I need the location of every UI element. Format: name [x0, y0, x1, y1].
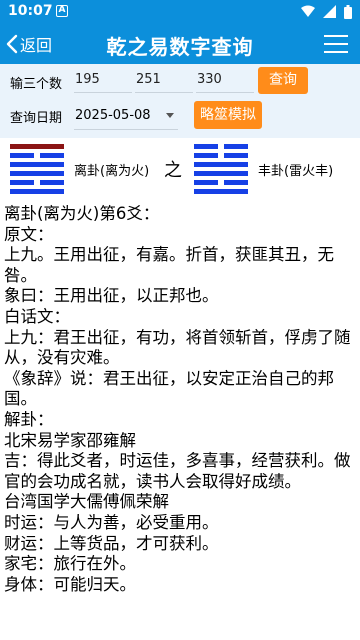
date-label: 查询日期 [10, 111, 63, 126]
yang-line [194, 171, 248, 176]
numbers-label: 输三个数 [10, 77, 63, 92]
yang-line [194, 189, 248, 194]
yin-line [10, 180, 64, 185]
page-title: 乾之易数字查询 [106, 35, 254, 59]
left-hexagram-name: 离卦(离为火) [74, 164, 150, 179]
interpretation-text: 离卦(离为火)第6爻： 原文： 上九。王用出征，有嘉。折首，获匪其丑，无咎。 象曰：王… [4, 204, 356, 595]
yin-line [10, 153, 64, 158]
yin-line [194, 144, 248, 149]
wifi-icon [300, 5, 315, 17]
content-line: 上九：君王出征，有功，将首领斩首，俘虏了随从，没有灾难。 [4, 327, 351, 368]
yang-line [10, 162, 64, 167]
app-bar: 返回 乾之易数字查询 [0, 24, 360, 64]
yang-line [194, 162, 248, 167]
content-line: 原文： [4, 224, 54, 244]
menu-icon[interactable] [324, 35, 348, 53]
status-bar: 10:07 A [0, 0, 360, 24]
content-line: 财运：上等货品，才可获利。 [4, 533, 219, 553]
feng-hexagram-icon [194, 144, 248, 198]
number-input-1[interactable] [74, 67, 132, 93]
menu-bar [324, 43, 348, 45]
chevron-down-icon [166, 113, 174, 118]
number-input-2[interactable] [135, 67, 193, 93]
date-select[interactable]: 2025-05-08 [74, 102, 178, 130]
status-time: 10:07 [8, 3, 53, 19]
content-line: 象曰：王用出征，以正邦也。 [4, 286, 219, 306]
number-input-3[interactable] [196, 67, 254, 93]
signal-icon [322, 5, 336, 18]
query-form: 输三个数 查询 查询日期 2025-05-08 略筮模拟 [0, 64, 360, 138]
back-button[interactable]: 返回 [6, 30, 52, 58]
li-hexagram-icon [10, 144, 64, 198]
content-line: 家宅：旅行在外。 [4, 554, 136, 574]
content-line: 北宋易学家邵雍解 [4, 430, 136, 450]
yang-line [10, 171, 64, 176]
battery-icon [344, 5, 352, 19]
yang-line [10, 144, 64, 149]
content-line: 台湾国学大儒傅佩荣解 [4, 492, 169, 512]
notification-icon: A [56, 5, 68, 17]
menu-bar [324, 35, 348, 37]
content-line: 身体：可能归天。 [4, 574, 136, 594]
content-line: 上九。王用出征，有嘉。折首，获匪其丑，无咎。 [4, 245, 334, 285]
yin-line [194, 180, 248, 185]
query-button[interactable]: 查询 [258, 67, 308, 94]
date-value: 2025-05-08 [75, 108, 151, 123]
content-line: 白话文： [4, 306, 70, 326]
simulate-button[interactable]: 略筮模拟 [194, 101, 262, 129]
content-line: 时运：与人为善，必受重用。 [4, 512, 219, 532]
hexagram-row: 离卦(离为火) 之 丰卦(雷火丰) [0, 140, 360, 202]
status-icons [298, 5, 352, 19]
chevron-left-icon [6, 34, 18, 54]
connector-text: 之 [164, 160, 182, 181]
content-line: 解卦： [4, 409, 54, 429]
yin-line [194, 153, 248, 158]
menu-bar [324, 51, 348, 53]
back-label: 返回 [20, 36, 53, 55]
right-hexagram-name: 丰卦(雷火丰) [258, 164, 334, 179]
content-line: 离卦(离为火)第6爻： [4, 204, 160, 223]
yang-line [10, 189, 64, 194]
content-line: 吉：得此爻者，时运佳，多喜事，经营获利。做官的会功成名就，读书人会取得好成绩。 [4, 451, 351, 491]
content-line: 《象辞》说：君王出征，以安定正治自己的邦国。 [4, 368, 334, 409]
